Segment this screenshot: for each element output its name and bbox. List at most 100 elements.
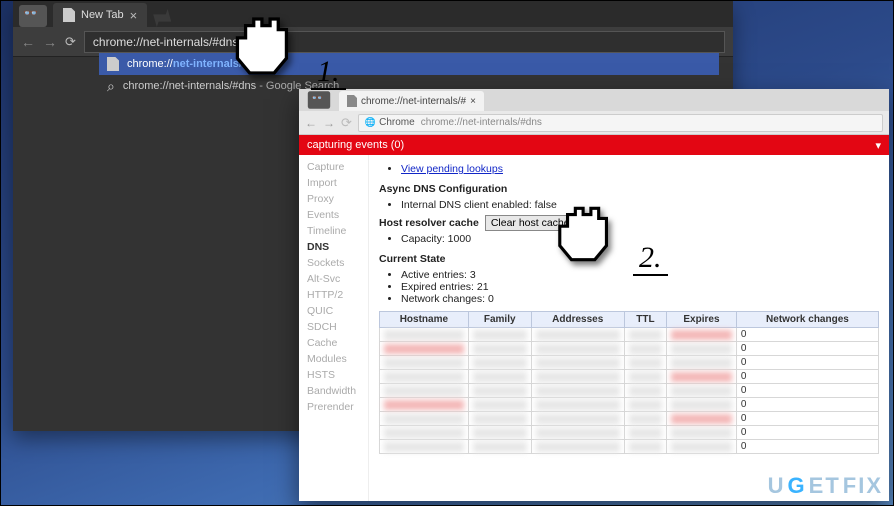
clear-host-cache-button[interactable]: Clear host cache xyxy=(485,215,576,231)
chevron-down-icon[interactable]: ▾ xyxy=(875,139,881,152)
blurred-cell xyxy=(380,356,469,370)
capture-text: capturing events (0) xyxy=(307,139,404,151)
page-icon xyxy=(63,8,75,22)
tab-title: chrome://net-internals/# xyxy=(361,96,466,107)
incognito-icon xyxy=(308,91,330,109)
network-changes-cell: 0 xyxy=(736,328,878,342)
blurred-cell xyxy=(624,426,666,440)
blurred-cell xyxy=(468,426,531,440)
toolbar: ← → ⟳ Chrome chrome://net-internals/#dns xyxy=(299,111,889,135)
suggestion-item[interactable]: chrome://net-internals/#dns xyxy=(99,53,719,75)
blurred-cell xyxy=(667,384,737,398)
table-row: 0 xyxy=(380,328,879,342)
blurred-cell xyxy=(468,384,531,398)
browser-tab[interactable]: New Tab × xyxy=(53,3,147,27)
blurred-cell xyxy=(468,356,531,370)
watermark: UGETFIX xyxy=(768,473,883,499)
omnibox[interactable]: Chrome chrome://net-internals/#dns xyxy=(358,114,883,132)
sidebar-item-events[interactable]: Events xyxy=(299,207,368,223)
origin-chip: Chrome xyxy=(365,117,415,128)
network-changes-cell: 0 xyxy=(736,342,878,356)
table-row: 0 xyxy=(380,426,879,440)
network-changes-cell: 0 xyxy=(736,412,878,426)
column-header: Expires xyxy=(667,312,737,328)
globe-icon xyxy=(365,117,376,128)
search-icon xyxy=(107,78,115,95)
incognito-icon xyxy=(19,5,47,27)
sidebar-item-prerender[interactable]: Prerender xyxy=(299,399,368,415)
sidebar-item-sdch[interactable]: SDCH xyxy=(299,319,368,335)
blurred-cell xyxy=(531,342,624,356)
table-row: 0 xyxy=(380,440,879,454)
sidebar-item-modules[interactable]: Modules xyxy=(299,351,368,367)
sidebar-item-dns[interactable]: DNS xyxy=(299,239,368,255)
annotation-number: 2. xyxy=(633,241,668,275)
host-resolver-label: Host resolver cache xyxy=(379,217,479,229)
column-header: Network changes xyxy=(736,312,878,328)
sidebar-item-proxy[interactable]: Proxy xyxy=(299,191,368,207)
sidebar-item-bandwidth[interactable]: Bandwidth xyxy=(299,383,368,399)
reload-icon[interactable]: ⟳ xyxy=(65,34,76,50)
view-pending-link[interactable]: View pending lookups xyxy=(401,163,503,175)
reload-icon[interactable]: ⟳ xyxy=(341,115,352,131)
page-icon xyxy=(347,95,357,107)
section-heading: Async DNS Configuration xyxy=(379,183,879,195)
blurred-cell xyxy=(468,342,531,356)
blurred-cell xyxy=(531,426,624,440)
blurred-cell xyxy=(531,356,624,370)
blurred-cell xyxy=(667,328,737,342)
sidebar-item-hsts[interactable]: HSTS xyxy=(299,367,368,383)
sidebar-item-import[interactable]: Import xyxy=(299,175,368,191)
sidebar-item-timeline[interactable]: Timeline xyxy=(299,223,368,239)
blurred-cell xyxy=(531,412,624,426)
table-row: 0 xyxy=(380,370,879,384)
network-changes-cell: 0 xyxy=(736,440,878,454)
url-path: chrome://net-internals/#dns xyxy=(421,117,542,128)
table-row: 0 xyxy=(380,384,879,398)
sidebar-item-sockets[interactable]: Sockets xyxy=(299,255,368,271)
blurred-cell xyxy=(380,342,469,356)
dns-table: HostnameFamilyAddressesTTLExpiresNetwork… xyxy=(379,311,879,454)
table-row: 0 xyxy=(380,342,879,356)
blurred-cell xyxy=(624,356,666,370)
forward-icon: → xyxy=(43,34,57,50)
blurred-cell xyxy=(468,328,531,342)
tabstrip: New Tab × xyxy=(13,1,733,27)
blurred-cell xyxy=(624,398,666,412)
sidebar-item-http2[interactable]: HTTP/2 xyxy=(299,287,368,303)
sidebar-item-cache[interactable]: Cache xyxy=(299,335,368,351)
table-row: 0 xyxy=(380,412,879,426)
blurred-cell xyxy=(468,398,531,412)
sidebar-item-altsvc[interactable]: Alt-Svc xyxy=(299,271,368,287)
table-row: 0 xyxy=(380,356,879,370)
async-item: Internal DNS client enabled: false xyxy=(401,199,879,211)
blurred-cell xyxy=(380,328,469,342)
forward-icon: → xyxy=(323,116,335,130)
close-icon[interactable]: × xyxy=(470,96,476,107)
blurred-cell xyxy=(380,384,469,398)
blurred-cell xyxy=(624,412,666,426)
blurred-cell xyxy=(624,384,666,398)
suggestion-text: chrome://net-internals/#dns xyxy=(127,58,268,70)
new-tab-button[interactable] xyxy=(153,9,171,27)
back-icon[interactable]: ← xyxy=(21,34,35,50)
column-header: Hostname xyxy=(380,312,469,328)
blurred-cell xyxy=(667,412,737,426)
omnibox[interactable] xyxy=(84,31,725,53)
column-header: Addresses xyxy=(531,312,624,328)
back-icon[interactable]: ← xyxy=(305,116,317,130)
network-changes-cell: 0 xyxy=(736,426,878,440)
sidebar: CaptureImportProxyEventsTimelineDNSSocke… xyxy=(299,155,369,501)
section-heading: Current State xyxy=(379,253,879,265)
blurred-cell xyxy=(624,370,666,384)
sidebar-item-quic[interactable]: QUIC xyxy=(299,303,368,319)
blurred-cell xyxy=(667,398,737,412)
column-header: TTL xyxy=(624,312,666,328)
capture-bar[interactable]: capturing events (0) ▾ xyxy=(299,135,889,155)
blurred-cell xyxy=(380,412,469,426)
close-icon[interactable]: × xyxy=(130,8,138,23)
blurred-cell xyxy=(667,426,737,440)
browser-tab[interactable]: chrome://net-internals/# × xyxy=(339,91,484,111)
omnibox-input[interactable] xyxy=(93,35,716,49)
sidebar-item-capture[interactable]: Capture xyxy=(299,159,368,175)
